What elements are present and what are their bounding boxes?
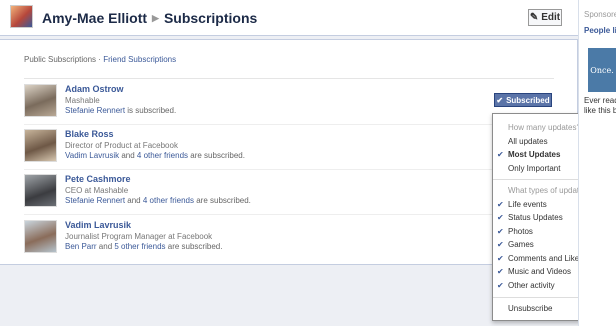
subscription-name[interactable]: Pete Cashmore — [65, 174, 131, 184]
check-icon: ✔ — [497, 227, 504, 236]
check-icon: ✔ — [497, 200, 504, 209]
sponsored-label: Sponsored — [584, 10, 616, 19]
profile-name-link[interactable]: Amy-Mae Elliott — [42, 10, 147, 26]
tab-public-subscriptions[interactable]: Public Subscriptions — [24, 55, 96, 64]
list-item: Adam Ostrow Mashable Stefanie Rennert is… — [24, 84, 554, 124]
breadcrumb-arrow-icon: ▶ — [152, 13, 159, 23]
tab-friend-subscriptions[interactable]: Friend Subscriptions — [103, 55, 176, 64]
page: Amy-Mae Elliott ▶ Subscriptions ✎ Edit Pub… — [0, 0, 616, 326]
check-icon: ✔ — [497, 240, 504, 249]
subscription-name[interactable]: Adam Ostrow — [65, 84, 124, 94]
avatar[interactable] — [24, 84, 57, 117]
subscription-title: Mashable — [65, 96, 100, 105]
subscription-social: Stefanie Rennert is subscribed. — [65, 106, 177, 115]
list-item: Vadim Lavrusik Journalist Program Manage… — [24, 220, 554, 260]
avatar[interactable] — [24, 220, 57, 253]
other-friends-link[interactable]: 4 other friends — [143, 196, 194, 205]
subscription-social: Vadim Lavrusik and 4 other friends are s… — [65, 151, 245, 160]
subscribed-button[interactable]: ✔ Subscribed — [494, 93, 552, 107]
menu-item-other-activity[interactable]: Other activity — [508, 281, 555, 290]
list-item: Pete Cashmore CEO at Mashable Stefanie R… — [24, 174, 554, 214]
avatar[interactable] — [24, 174, 57, 207]
row-divider — [24, 214, 554, 215]
subscription-tabs: Public Subscriptions · Friend Subscripti… — [24, 55, 176, 64]
edit-button[interactable]: ✎ Edit — [528, 9, 562, 26]
friend-link[interactable]: Stefanie Rennert — [65, 106, 125, 115]
check-icon: ✔ — [497, 267, 504, 276]
row-divider — [24, 124, 554, 125]
friend-link[interactable]: Stefanie Rennert — [65, 196, 125, 205]
ad-book-image[interactable]: Once. — [588, 48, 616, 92]
subscription-social: Stefanie Rennert and 4 other friends are… — [65, 196, 251, 205]
row-divider — [24, 169, 554, 170]
menu-item-life-events[interactable]: Life events — [508, 200, 547, 209]
tab-separator: · — [98, 55, 101, 64]
subscribed-button-label: Subscribed — [506, 95, 550, 105]
ad-title-link[interactable]: People li — [584, 26, 616, 35]
sponsored-sidebar: Sponsored People li Once. Ever read like… — [578, 0, 616, 326]
profile-avatar[interactable] — [10, 5, 33, 28]
menu-item-music-and-videos[interactable]: Music and Videos — [508, 267, 571, 276]
friend-link[interactable]: Vadim Lavrusik — [65, 151, 119, 160]
menu-item-status-updates[interactable]: Status Updates — [508, 213, 563, 222]
other-friends-link[interactable]: 4 other friends — [137, 151, 188, 160]
check-icon: ✔ — [497, 281, 504, 290]
subscription-social: Ben Parr and 5 other friends are subscri… — [65, 242, 223, 251]
pencil-icon: ✎ — [529, 12, 539, 23]
menu-heading-updates: How many updates? — [508, 123, 581, 132]
page-title: Subscriptions — [163, 10, 258, 26]
subscription-title: CEO at Mashable — [65, 186, 129, 195]
breadcrumb: Amy-Mae Elliott ▶ Subscriptions — [42, 10, 257, 26]
edit-button-label: Edit — [541, 12, 561, 23]
avatar[interactable] — [24, 129, 57, 162]
subscription-title: Director of Product at Facebook — [65, 141, 178, 150]
other-friends-link[interactable]: 5 other friends — [114, 242, 165, 251]
friend-link[interactable]: Ben Parr — [65, 242, 97, 251]
menu-item-all-updates[interactable]: All updates — [508, 137, 548, 146]
subscription-name[interactable]: Vadim Lavrusik — [65, 220, 131, 230]
ad-description: Ever read like this be — [584, 96, 616, 115]
subscription-name[interactable]: Blake Ross — [65, 129, 114, 139]
page-header: Amy-Mae Elliott ▶ Subscriptions ✎ Edit — [0, 0, 578, 36]
divider — [24, 78, 554, 79]
menu-item-most-updates[interactable]: Most Updates — [508, 150, 560, 159]
subscription-title: Journalist Program Manager at Facebook — [65, 232, 213, 241]
check-icon: ✔ — [496, 95, 504, 105]
menu-item-photos[interactable]: Photos — [508, 227, 533, 236]
check-icon: ✔ — [497, 213, 504, 222]
check-icon: ✔ — [497, 254, 504, 263]
list-item: Blake Ross Director of Product at Facebo… — [24, 129, 554, 169]
menu-item-unsubscribe[interactable]: Unsubscribe — [508, 304, 552, 313]
menu-item-only-important[interactable]: Only Important — [508, 164, 560, 173]
menu-item-comments-and-likes[interactable]: Comments and Likes — [508, 254, 583, 263]
ad-book-text: Once. — [590, 65, 614, 75]
menu-item-games[interactable]: Games — [508, 240, 534, 249]
check-icon: ✔ — [497, 150, 504, 159]
